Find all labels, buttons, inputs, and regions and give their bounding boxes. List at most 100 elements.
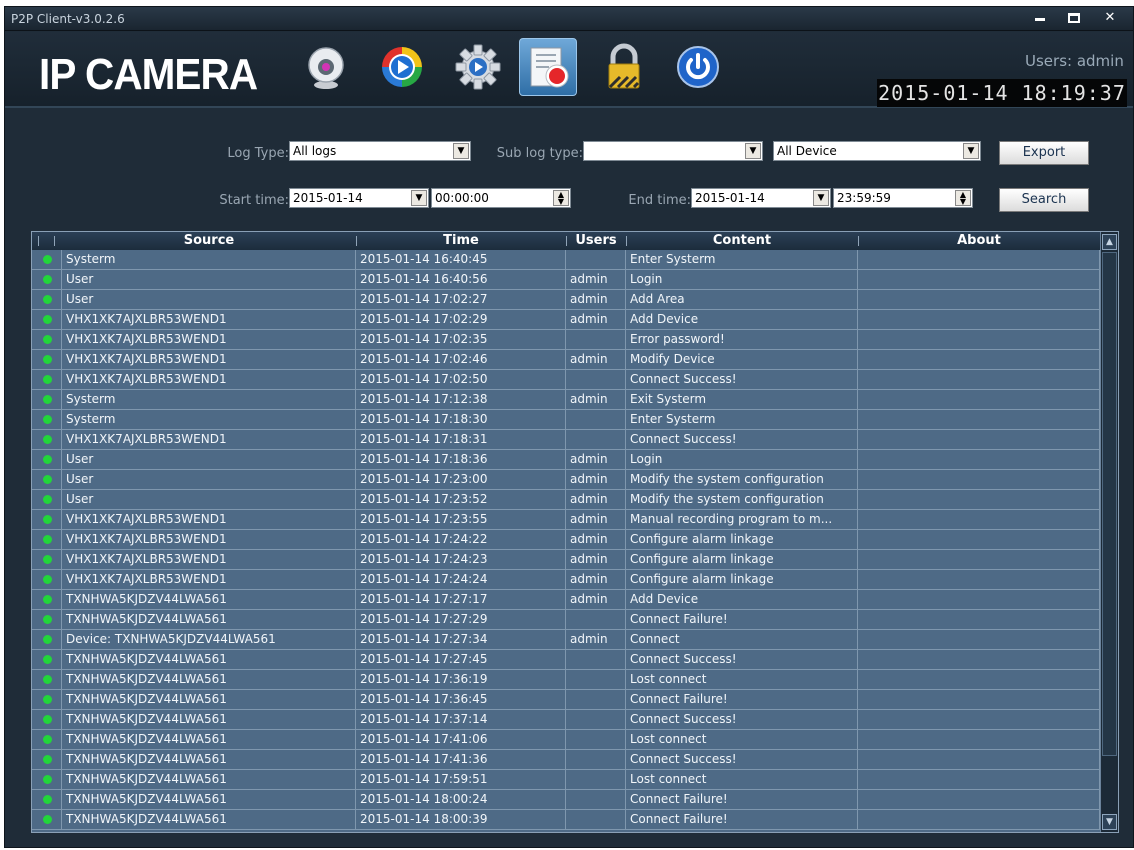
column-header-users[interactable]: Users [566, 232, 626, 250]
table-row[interactable]: TXNHWA5KJDZV44LWA561 2015-01-14 17:59:51 L… [32, 770, 1100, 790]
calendar-dropdown-icon: ▼ [411, 190, 427, 206]
column-header-content[interactable]: Content [626, 232, 858, 250]
export-button[interactable]: Export [999, 141, 1089, 165]
spin-updown-icon[interactable]: ▲ ▼ [553, 190, 569, 206]
preview-button[interactable] [297, 38, 355, 96]
content-cell: Modify Device [626, 350, 858, 370]
app-window: P2P Client-v3.0.2.6 ✕ IP CAMERA Users: a… [4, 6, 1134, 848]
time-cell: 2015-01-14 17:18:36 [356, 450, 566, 470]
end-clock-input[interactable]: 23:59:59 ▲ ▼ [833, 188, 973, 208]
table-row[interactable]: VHX1XK7AJXLBR53WEND1 2015-01-14 17:18:31 C… [32, 430, 1100, 450]
column-header-time[interactable]: Time [356, 232, 566, 250]
table-row[interactable]: TXNHWA5KJDZV44LWA561 2015-01-14 17:36:45 C… [32, 690, 1100, 710]
source-cell: TXNHWA5KJDZV44LWA561 [62, 690, 356, 710]
settings-button[interactable] [449, 38, 507, 96]
table-row[interactable]: User 2015-01-14 17:23:52 admin Modify the s… [32, 490, 1100, 510]
status-dot-icon [43, 275, 52, 284]
about-cell [858, 770, 1100, 790]
about-cell [858, 690, 1100, 710]
about-cell [858, 290, 1100, 310]
status-dot-icon [43, 295, 52, 304]
table-row[interactable]: Systerm 2015-01-14 17:12:38 admin Exit Syst… [32, 390, 1100, 410]
scroll-thumb[interactable] [1102, 252, 1117, 756]
table-row[interactable]: User 2015-01-14 17:23:00 admin Modify the s… [32, 470, 1100, 490]
device-select[interactable]: All Device ▼ [773, 141, 981, 161]
about-cell [858, 350, 1100, 370]
time-cell: 2015-01-14 17:27:45 [356, 650, 566, 670]
source-cell: TXNHWA5KJDZV44LWA561 [62, 790, 356, 810]
table-row[interactable]: TXNHWA5KJDZV44LWA561 2015-01-14 17:27:45 C… [32, 650, 1100, 670]
table-row[interactable]: TXNHWA5KJDZV44LWA561 2015-01-14 17:36:19 L… [32, 670, 1100, 690]
status-cell [32, 310, 62, 330]
table-row[interactable]: VHX1XK7AJXLBR53WEND1 2015-01-14 17:02:46 a… [32, 350, 1100, 370]
spin-updown-icon[interactable]: ▲ ▼ [955, 190, 971, 206]
sub-log-type-select[interactable]: ▼ [583, 141, 763, 161]
search-button[interactable]: Search [999, 188, 1089, 212]
about-cell [858, 250, 1100, 270]
close-button[interactable]: ✕ [1095, 8, 1125, 28]
log-type-select[interactable]: All logs ▼ [289, 141, 471, 161]
table-row[interactable]: VHX1XK7AJXLBR53WEND1 2015-01-14 17:02:35 E… [32, 330, 1100, 350]
start-clock-value: 00:00:00 [435, 191, 489, 205]
table-row[interactable]: Device: TXNHWA5KJDZV44LWA561 2015-01-14 1… [32, 630, 1100, 650]
log-button[interactable] [519, 38, 577, 96]
column-header-source[interactable]: Source [62, 232, 356, 250]
start-clock-input[interactable]: 00:00:00 ▲ ▼ [431, 188, 571, 208]
source-cell: TXNHWA5KJDZV44LWA561 [62, 590, 356, 610]
table-row[interactable]: TXNHWA5KJDZV44LWA561 2015-01-14 17:27:17 a… [32, 590, 1100, 610]
time-cell: 2015-01-14 17:24:24 [356, 570, 566, 590]
source-cell: TXNHWA5KJDZV44LWA561 [62, 650, 356, 670]
scroll-down-button[interactable]: ▼ [1102, 814, 1117, 830]
playback-button[interactable] [373, 38, 431, 96]
table-row[interactable]: VHX1XK7AJXLBR53WEND1 2015-01-14 17:24:23 a… [32, 550, 1100, 570]
source-cell: Systerm [62, 250, 356, 270]
start-date-picker[interactable]: 2015-01-14 ▼ [289, 188, 429, 208]
table-row[interactable]: VHX1XK7AJXLBR53WEND1 2015-01-14 17:24:24 a… [32, 570, 1100, 590]
content-cell: Connect Success! [626, 710, 858, 730]
users-cell: admin [566, 390, 626, 410]
about-cell [858, 370, 1100, 390]
end-date-picker[interactable]: 2015-01-14 ▼ [691, 188, 831, 208]
power-button[interactable] [669, 38, 727, 96]
table-row[interactable]: User 2015-01-14 16:40:56 admin Login [32, 270, 1100, 290]
start-date-value: 2015-01-14 [293, 191, 363, 205]
status-dot-icon [43, 735, 52, 744]
table-row[interactable]: TXNHWA5KJDZV44LWA561 2015-01-14 17:41:06 L… [32, 730, 1100, 750]
maximize-button[interactable] [1059, 8, 1089, 28]
source-cell: VHX1XK7AJXLBR53WEND1 [62, 550, 356, 570]
users-cell [566, 330, 626, 350]
source-cell: TXNHWA5KJDZV44LWA561 [62, 710, 356, 730]
title-bar[interactable]: P2P Client-v3.0.2.6 ✕ [5, 7, 1133, 31]
source-cell: Systerm [62, 410, 356, 430]
vertical-scrollbar[interactable]: ▲ ▼ [1100, 232, 1118, 832]
table-row[interactable]: VHX1XK7AJXLBR53WEND1 2015-01-14 17:02:29 a… [32, 310, 1100, 330]
scroll-up-button[interactable]: ▲ [1102, 234, 1117, 250]
table-row[interactable]: VHX1XK7AJXLBR53WEND1 2015-01-14 17:24:22 a… [32, 530, 1100, 550]
table-row[interactable]: TXNHWA5KJDZV44LWA561 2015-01-14 17:27:29 C… [32, 610, 1100, 630]
lock-button[interactable] [595, 38, 653, 96]
status-dot-icon [43, 255, 52, 264]
content-cell: Add Device [626, 310, 858, 330]
status-dot-icon [43, 575, 52, 584]
dropdown-arrow-icon: ▼ [963, 143, 979, 159]
status-cell [32, 530, 62, 550]
column-header-about[interactable]: About [858, 232, 1100, 250]
users-cell [566, 610, 626, 630]
table-row[interactable]: Systerm 2015-01-14 16:40:45 Enter Systerm [32, 250, 1100, 270]
time-cell: 2015-01-14 18:00:39 [356, 810, 566, 830]
table-row[interactable]: User 2015-01-14 17:02:27 admin Add Area [32, 290, 1100, 310]
table-row[interactable]: TXNHWA5KJDZV44LWA561 2015-01-14 18:00:39 C… [32, 810, 1100, 830]
table-row[interactable]: Systerm 2015-01-14 17:18:30 Enter Systerm [32, 410, 1100, 430]
table-row[interactable]: TXNHWA5KJDZV44LWA561 2015-01-14 17:37:14 C… [32, 710, 1100, 730]
content-cell: Enter Systerm [626, 250, 858, 270]
table-row[interactable]: User 2015-01-14 17:18:36 admin Login [32, 450, 1100, 470]
table-row[interactable]: VHX1XK7AJXLBR53WEND1 2015-01-14 17:02:50 C… [32, 370, 1100, 390]
table-row[interactable]: TXNHWA5KJDZV44LWA561 2015-01-14 18:00:24 C… [32, 790, 1100, 810]
system-clock: 2015-01-14 18:19:37 [877, 79, 1127, 107]
table-row[interactable]: TXNHWA5KJDZV44LWA561 2015-01-14 17:41:36 C… [32, 750, 1100, 770]
time-cell: 2015-01-14 17:24:23 [356, 550, 566, 570]
status-dot-icon [43, 755, 52, 764]
table-row[interactable]: VHX1XK7AJXLBR53WEND1 2015-01-14 17:23:55 a… [32, 510, 1100, 530]
minimize-button[interactable] [1025, 8, 1055, 28]
source-cell: TXNHWA5KJDZV44LWA561 [62, 610, 356, 630]
